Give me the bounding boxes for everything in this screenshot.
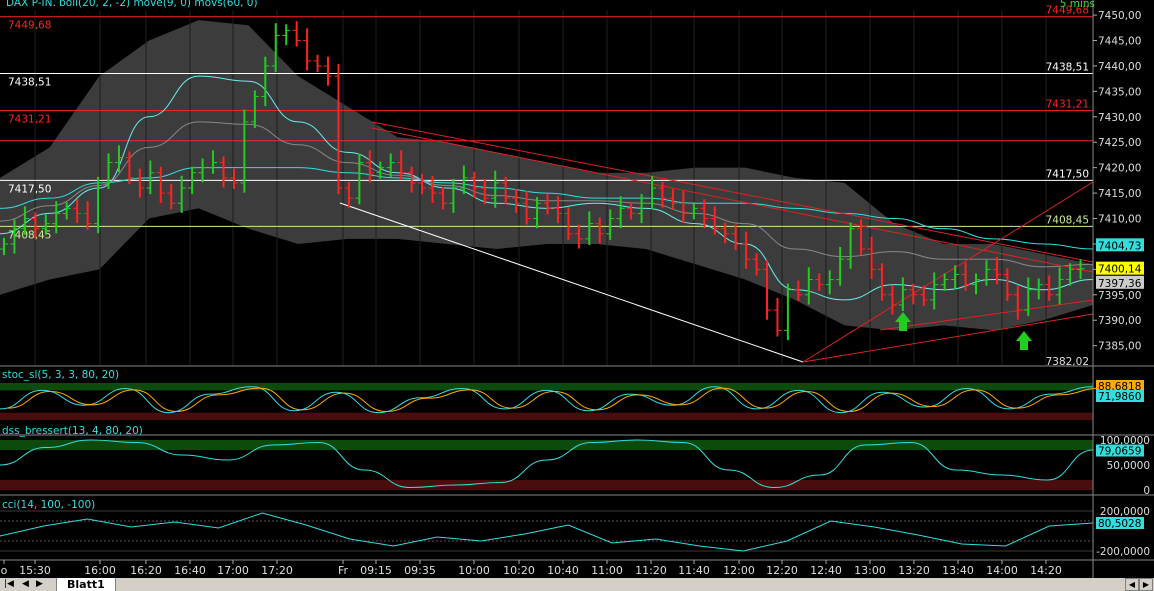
- cci-tick-label: -200,0000: [1096, 546, 1150, 558]
- level-label-right: 7438,51: [1046, 62, 1089, 74]
- x-tick-label: 13:00: [854, 564, 886, 577]
- y-tick-label: 7450,00: [1098, 10, 1141, 22]
- x-tick-label: 16:20: [130, 564, 162, 577]
- y-tick-label: 7430,00: [1098, 112, 1141, 124]
- y-tick-label: 7440,00: [1098, 61, 1141, 73]
- y-tick-label: 7390,00: [1098, 315, 1141, 327]
- x-tick-label: 09:15: [360, 564, 392, 577]
- x-tick-label: 12:20: [766, 564, 798, 577]
- x-tick-label: Fr: [338, 564, 349, 577]
- stoch-signal-line: [8, 388, 1101, 411]
- sheet-tab[interactable]: Blatt1: [56, 578, 116, 591]
- y-tick-label: 7415,00: [1098, 188, 1141, 200]
- x-tick-label: 16:40: [174, 564, 206, 577]
- tab-first-icon[interactable]: |◀: [4, 578, 14, 591]
- stoch-lower-zone: [0, 413, 1093, 420]
- cci-panel-title: cci(14, 100, -100): [2, 499, 95, 511]
- sub-panel-layer: [0, 383, 1101, 551]
- up-arrow-icon: [1016, 331, 1032, 350]
- x-tick-label: 11:40: [678, 564, 710, 577]
- x-tick-label: 17:00: [217, 564, 249, 577]
- x-tick-label: 14:20: [1030, 564, 1062, 577]
- y-tick-label: 7385,00: [1098, 341, 1141, 353]
- price-tag-label: 7400,14: [1098, 264, 1142, 276]
- scroll-right-icon[interactable]: ▶: [1139, 578, 1153, 591]
- y-tick-label: 7410,00: [1098, 214, 1141, 226]
- x-tick-label: 12:40: [810, 564, 842, 577]
- ohlc-bar: [282, 24, 290, 45]
- y-tick-label: 7420,00: [1098, 163, 1141, 175]
- level-label-left: 7449,68: [8, 20, 51, 32]
- price-tag-label: 7397,36: [1098, 278, 1142, 290]
- ohlc-bar: [324, 57, 332, 86]
- y-tick-label: 7425,00: [1098, 137, 1141, 149]
- stoch-tag-label: 71,9860: [1098, 391, 1141, 403]
- dss-tick-label: 50,0000: [1107, 460, 1150, 472]
- price-chart: 7449,687449,687438,517438,517431,217431,…: [0, 0, 1154, 591]
- stoch-panel-title: stoc_sl(5, 3, 3, 80, 20): [2, 369, 119, 381]
- tab-next-icon[interactable]: ▶: [36, 578, 43, 591]
- x-tick-label: 10:00: [458, 564, 490, 577]
- level-label-left: 7438,51: [8, 77, 51, 89]
- ohlc-bar: [303, 28, 311, 70]
- main-chart-title: DAX P-IN. boll(20, 2, -2) move(9, 0) mov…: [6, 0, 258, 9]
- x-tick-label: 10:20: [503, 564, 535, 577]
- x-tick-label: 11:00: [591, 564, 623, 577]
- x-tick-label: 12:00: [723, 564, 755, 577]
- level-label-right: 7408,45: [1046, 214, 1089, 226]
- level-label-right: 7417,50: [1046, 168, 1089, 180]
- dss-upper-zone: [0, 440, 1093, 450]
- cci-tag-label: 80,5028: [1098, 518, 1141, 530]
- dss-lower-zone: [0, 480, 1093, 490]
- price-tag-label: 7404,73: [1098, 240, 1141, 252]
- tab-prev-icon[interactable]: ◀: [22, 578, 29, 591]
- x-tick-label: 09:35: [404, 564, 436, 577]
- cci-tick-label: 200,0000: [1100, 506, 1150, 518]
- x-tick-label: 13:20: [898, 564, 930, 577]
- dss-panel-title: dss_bressert(13, 4, 80, 20): [2, 425, 143, 437]
- x-tick-label: 16:00: [84, 564, 116, 577]
- ohlc-bar: [773, 298, 781, 337]
- cci-line: [0, 513, 1093, 551]
- x-tick-label: 14:00: [986, 564, 1018, 577]
- x-tick-label: 10:40: [547, 564, 579, 577]
- scroll-left-icon[interactable]: ◀: [1125, 578, 1139, 591]
- y-tick-label: 7445,00: [1098, 36, 1141, 48]
- x-tick-label: 17:20: [261, 564, 293, 577]
- dss-tag-label: 79,0659: [1098, 446, 1141, 458]
- x-tick-label: 13:40: [942, 564, 974, 577]
- sheet-tab-bar: |◀ ◀ ▶ Blatt1 ◀ ▶: [0, 578, 1154, 591]
- stoch-upper-zone: [0, 383, 1093, 390]
- ohlc-bar: [314, 55, 322, 72]
- ohlc-bar: [293, 21, 301, 46]
- dss-tick-label: 0: [1143, 485, 1150, 497]
- x-tick-label: 11:20: [635, 564, 667, 577]
- timeframe-label: 5 mins: [1060, 0, 1095, 10]
- level-label-right: 7431,21: [1046, 99, 1089, 111]
- level-label-left: 7417,50: [8, 183, 51, 195]
- x-tick-label: 15:30: [19, 564, 51, 577]
- level-label-left: 7431,21: [8, 114, 51, 126]
- y-tick-label: 7435,00: [1098, 86, 1141, 98]
- y-tick-label: 7395,00: [1098, 290, 1141, 302]
- x-tick-label: o: [1, 564, 8, 577]
